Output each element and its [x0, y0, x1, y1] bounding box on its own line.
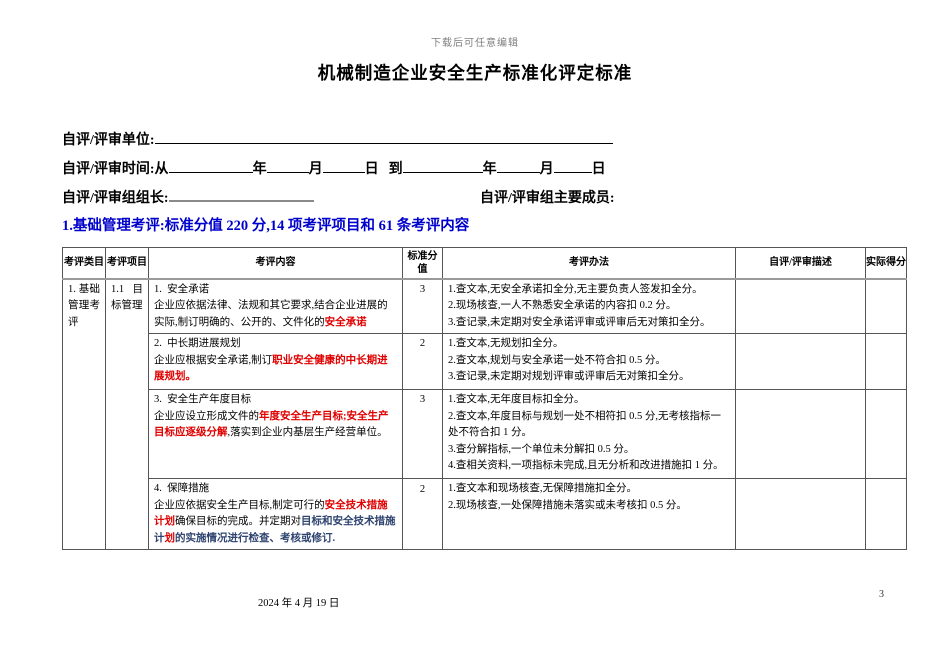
- content-cell: 3. 安全生产年度目标企业应设立形成文件的年度安全生产目标;安全生产目标应逐级分…: [148, 389, 403, 479]
- content-body: 企业应设立形成文件的年度安全生产目标;安全生产目标应逐级分解,落实到企业内基层生…: [154, 409, 397, 442]
- content-title: 4. 保障措施: [154, 483, 210, 494]
- unit-blank-line[interactable]: [154, 129, 613, 144]
- emphasis-red-text: 安全承诺: [324, 316, 367, 328]
- review-description-cell[interactable]: [735, 333, 866, 390]
- section-heading: 1.基础管理考评:标准分值 220 分,14 项考评项目和 61 条考评内容: [62, 218, 470, 234]
- leader-blank-line[interactable]: [168, 187, 314, 202]
- method-cell: 1.查文本,无安全承诺扣全分,无主要负责人签发扣全分。 2.现场核查,一人不熟悉安…: [442, 278, 736, 334]
- column-header-3: 标准分值: [402, 247, 443, 280]
- emphasis-red-text: 划: [164, 532, 176, 544]
- form-line-time: 自评/评审时间:从年月日到年月日: [62, 155, 892, 184]
- body-text: 企业应设立形成文件的: [154, 410, 259, 422]
- footer-date: 2024 年 4 月 19 日: [258, 598, 340, 609]
- unit-label: 自评/评审单位:: [62, 133, 155, 148]
- method-line: 2.查文本,年度目标与规划一处不相符扣 0.5 分,无考核指标一处不符合扣 1 …: [448, 410, 721, 439]
- form-line-unit: 自评/评审单位:: [62, 126, 892, 155]
- review-description-cell[interactable]: [735, 389, 866, 479]
- column-header-5: 自评/评审描述: [735, 247, 866, 280]
- column-header-2: 考评内容: [148, 247, 403, 280]
- members-label: 自评/评审组主要成员:: [480, 191, 615, 206]
- content-body: 企业应依据法律、法规和其它要求,结合企业进展的实际,制订明确的、公开的、文件化的…: [154, 298, 397, 331]
- method-cell: 1.查文本,无规划扣全分。 2.查文本,规划与安全承诺一处不符合扣 0.5 分。 3…: [442, 333, 736, 390]
- body-text: ,落实到企业内基层生产经营单位。: [227, 427, 388, 438]
- column-header-0: 考评类目: [62, 247, 106, 280]
- form-line-leader: 自评/评审组组长: 自评/评审组主要成员:: [62, 184, 892, 213]
- month-label-1: 月: [308, 162, 323, 177]
- body-text: 企业应根据安全承诺,制订: [154, 354, 273, 366]
- header-form: 自评/评审单位: 自评/评审时间:从年月日到年月日 自评/评审组组长: 自评/评…: [62, 126, 892, 213]
- method-line: 1.查文本,无安全承诺扣全分,无主要负责人签发扣全分。: [448, 283, 703, 295]
- evaluation-table: 考评类目 考评项目 考评内容 标准分值 考评办法 自评/评审描述 实际得分 1. 基础管理考…: [62, 247, 907, 550]
- method-cell: 1.查文本和现场核查,无保障措施扣全分。 2.现场核查,一处保障措施未落实或未考核…: [442, 478, 736, 550]
- emphasis-blue-text: 的实施情况进行检查、考核或修订.: [175, 532, 336, 544]
- method-line: 2.现场核查,一处保障措施未落实或未考核扣 0.5 分。: [448, 499, 687, 511]
- content-cell: 2. 中长期进展规划企业应根据安全承诺,制订职业安全健康的中长期进展规划。: [148, 333, 403, 390]
- method-line: 1.查文本,无规划扣全分。: [448, 338, 564, 349]
- method-line: 1.查文本,无年度目标扣全分。: [448, 394, 585, 405]
- column-header-1: 考评项目: [105, 247, 149, 280]
- method-line: 1.查文本和现场核查,无保障措施扣全分。: [448, 483, 637, 494]
- to-label: 到: [388, 162, 403, 177]
- method-line: 2.现场核查,一人不熟悉安全承诺的内容扣 0.2 分。: [448, 300, 677, 311]
- actual-score-cell[interactable]: [865, 278, 907, 334]
- content-cell: 4. 保障措施 企业应依据安全生产目标,制定可行的安全技术措施计划确保目标的完成。…: [148, 478, 403, 550]
- from-month-blank[interactable]: [266, 158, 309, 173]
- method-line: 4.查相关资料,一项指标未完成,且无分析和改进措施扣 1 分。: [448, 460, 724, 471]
- to-year-blank[interactable]: [402, 158, 483, 173]
- category-cell: 1. 基础管理考评: [62, 278, 106, 550]
- page-title: 机械制造企业安全生产标准化评定标准: [317, 63, 633, 83]
- review-description-cell[interactable]: [735, 278, 866, 334]
- method-line: 3.查记录,未定期对规划评审或评审后无对策扣全分。: [448, 371, 690, 382]
- column-header-6: 实际得分: [865, 247, 907, 280]
- standard-score-cell: 3: [402, 278, 443, 334]
- page-number: 3: [879, 589, 884, 600]
- table-row: 2. 中长期进展规划 企业应根据安全承诺,制订职业安全健康的中长期进展规划。 2 1.…: [63, 333, 907, 390]
- table-row: 3. 安全生产年度目标企业应设立形成文件的年度安全生产目标;安全生产目标应逐级分…: [63, 389, 907, 479]
- leader-label: 自评/评审组组长:: [62, 191, 169, 206]
- content-body: 企业应依据安全生产目标,制定可行的安全技术措施计划确保目标的完成。并定期对目标和…: [154, 498, 397, 548]
- time-label: 自评/评审时间:从: [62, 162, 169, 177]
- actual-score-cell[interactable]: [865, 333, 907, 390]
- day-label-2: 日: [591, 162, 606, 177]
- day-label-1: 日: [364, 162, 379, 177]
- standard-score-cell: 2: [402, 478, 443, 550]
- method-line: 3.查记录,未定期对安全承诺评审或评审后无对策扣全分。: [448, 316, 711, 328]
- column-header-4: 考评办法: [442, 247, 736, 280]
- method-line: 2.查文本,规划与安全承诺一处不符合扣 0.5 分。: [448, 354, 666, 366]
- content-title: 1. 安全承诺: [154, 283, 210, 295]
- edit-note: 下载后可任意编辑: [431, 38, 519, 49]
- method-line: 3.查分解指标,一个单位未分解扣 0.5 分。: [448, 443, 635, 455]
- year-label-1: 年: [252, 162, 267, 177]
- content-title: 3. 安全生产年度目标: [154, 394, 252, 405]
- actual-score-cell[interactable]: [865, 389, 907, 479]
- content-body: 企业应根据安全承诺,制订职业安全健康的中长期进展规划。: [154, 353, 397, 386]
- review-description-cell[interactable]: [735, 478, 866, 550]
- body-text: 确保目标的完成。并定期对: [175, 516, 301, 527]
- standard-score-cell: 2: [402, 333, 443, 390]
- body-text: 企业应依据安全生产目标,制定可行的: [154, 499, 325, 511]
- method-cell: 1.查文本,无年度目标扣全分。 2.查文本,年度目标与规划一处不相符扣 0.5 分…: [442, 389, 736, 479]
- table-row: 4. 保障措施 企业应依据安全生产目标,制定可行的安全技术措施计划确保目标的完成。…: [63, 478, 907, 550]
- from-day-blank[interactable]: [322, 158, 365, 173]
- table-header: 考评类目 考评项目 考评内容 标准分值 考评办法 自评/评审描述 实际得分: [62, 247, 907, 280]
- content-cell: 1. 安全承诺企业应依据法律、法规和其它要求,结合企业进展的实际,制订明确的、公…: [148, 278, 403, 334]
- content-title: 2. 中长期进展规划: [154, 338, 241, 349]
- actual-score-cell[interactable]: [865, 478, 907, 550]
- from-year-blank[interactable]: [168, 158, 253, 173]
- to-month-blank[interactable]: [496, 158, 540, 173]
- month-label-2: 月: [539, 162, 554, 177]
- project-cell: 1.1目标管理: [105, 278, 149, 550]
- year-label-2: 年: [482, 162, 497, 177]
- standard-score-cell: 3: [402, 389, 443, 479]
- table-row: 1. 基础管理考评 1.1目标管理 1. 安全承诺 企业应依据法律、法规和其它要求,结…: [62, 278, 907, 550]
- to-day-blank[interactable]: [553, 158, 592, 173]
